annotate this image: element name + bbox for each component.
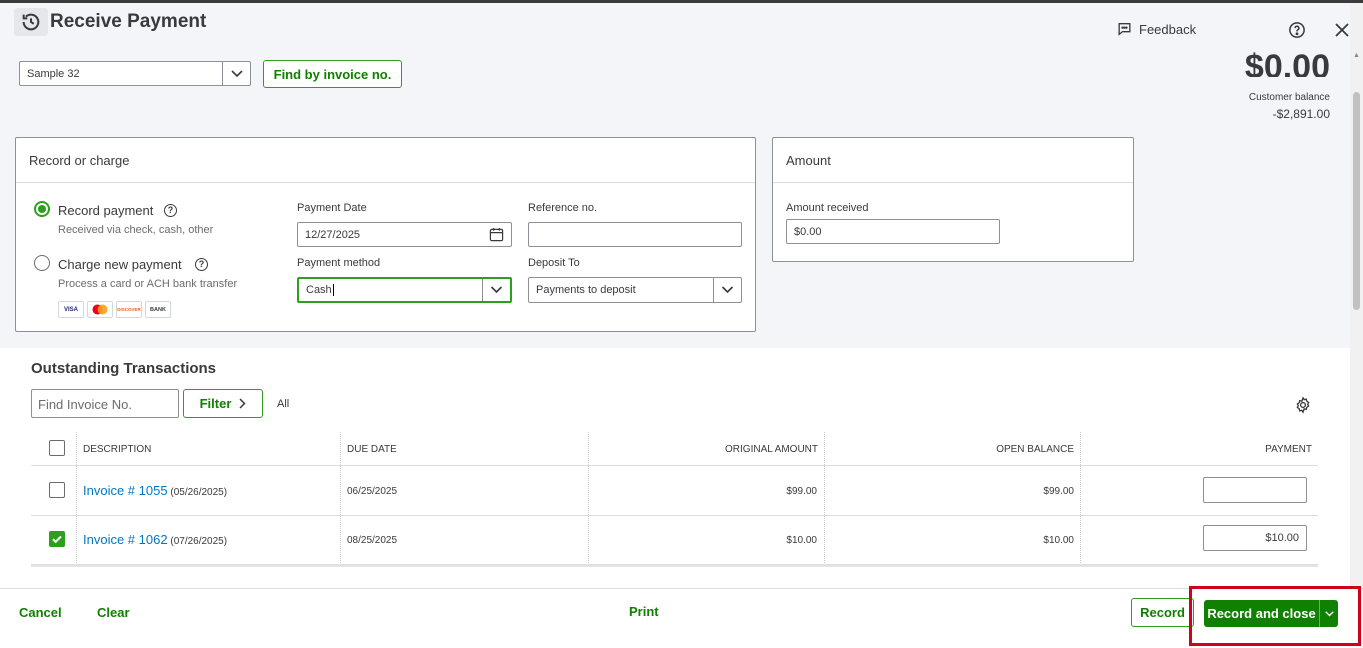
mastercard-icon [87, 301, 113, 318]
payment-method-label: Payment method [297, 257, 381, 269]
payment-input[interactable]: $10.00 [1203, 525, 1307, 551]
col-due-date: DUE DATE [347, 444, 397, 455]
chevron-right-icon [239, 398, 246, 409]
table-header: DESCRIPTION DUE DATE ORIGINAL AMOUNT OPE… [31, 432, 1318, 466]
invoice-date: (05/26/2025) [170, 487, 228, 498]
due-date: 08/25/2025 [347, 535, 398, 546]
chevron-down-icon[interactable] [1320, 600, 1338, 627]
deposit-to-label: Deposit To [528, 257, 580, 269]
cancel-button[interactable]: Cancel [19, 605, 62, 620]
col-original-amount: ORIGINAL AMOUNT [725, 444, 818, 455]
invoice-description: Invoice # 1062 (07/26/2025) [83, 532, 227, 547]
payment-date-field[interactable]: 12/27/2025 [297, 222, 512, 247]
filter-label: Filter [199, 396, 232, 411]
table-bottom-edge [31, 565, 1318, 567]
scroll-up-arrow-icon[interactable]: ▲ [1351, 52, 1362, 62]
charge-new-payment-label: Charge new payment [58, 257, 182, 272]
deposit-to-value: Payments to deposit [536, 284, 636, 296]
invoice-description: Invoice # 1055 (05/26/2025) [83, 483, 227, 498]
select-all-checkbox[interactable] [49, 440, 65, 456]
amount-panel-title: Amount [773, 138, 1133, 183]
invoice-date: (07/26/2025) [170, 536, 228, 547]
due-date: 06/25/2025 [347, 486, 398, 497]
record-button[interactable]: Record [1131, 598, 1194, 627]
scrollbar-thumb[interactable] [1353, 92, 1360, 310]
col-payment: PAYMENT [1265, 444, 1312, 455]
deposit-to-select[interactable]: Payments to deposit [528, 277, 742, 303]
clear-button[interactable]: Clear [97, 605, 130, 620]
feedback-label: Feedback [1139, 21, 1197, 37]
filter-all-label: All [277, 398, 290, 410]
invoice-link[interactable]: Invoice # 1062 [83, 532, 168, 547]
customer-balance-value: -$2,891.00 [1272, 107, 1330, 121]
payment-method-value: Cash [306, 284, 332, 296]
col-open-balance: OPEN BALANCE [996, 444, 1074, 455]
row-checkbox[interactable] [49, 531, 65, 547]
find-invoice-input[interactable]: Find Invoice No. [31, 389, 179, 418]
record-payment-label: Record payment [58, 203, 154, 218]
text-cursor [332, 284, 334, 296]
chevron-down-icon[interactable] [482, 279, 510, 301]
payment-date-label: Payment Date [297, 202, 367, 214]
record-payment-radio[interactable] [34, 201, 50, 217]
charge-new-payment-sub: Process a card or ACH bank transfer [58, 278, 238, 290]
print-button[interactable]: Print [629, 604, 659, 619]
amount-received-label: Amount received [786, 202, 869, 214]
chevron-down-icon[interactable] [713, 278, 741, 302]
check-icon [52, 535, 62, 544]
row-checkbox[interactable] [49, 482, 65, 498]
outstanding-transactions-title: Outstanding Transactions [31, 360, 217, 377]
filter-button[interactable]: Filter [183, 389, 263, 418]
col-description: DESCRIPTION [83, 444, 152, 455]
reference-label: Reference no. [528, 202, 598, 214]
table-row[interactable]: Invoice # 1062 (07/26/2025) 08/25/2025 $… [31, 516, 1318, 565]
customer-balance-label: Customer balance [1248, 92, 1330, 103]
page-title: Receive Payment [50, 11, 207, 32]
feedback-icon [1118, 23, 1131, 36]
feedback-button[interactable]: Feedback [1116, 21, 1196, 37]
record-and-close-button[interactable]: Record and close [1204, 600, 1320, 627]
discover-icon: DISCOVER [116, 301, 142, 318]
original-amount: $99.00 [786, 486, 817, 497]
table-row[interactable]: Invoice # 1055 (05/26/2025) 06/25/2025 $… [31, 467, 1318, 516]
bank-icon: BANK [145, 301, 171, 318]
record-payment-sub: Received via check, cash, other [58, 224, 214, 236]
record-payment-help-icon[interactable]: ? [164, 204, 177, 217]
customer-select[interactable]: Sample 32 [19, 61, 251, 86]
charge-new-payment-radio[interactable] [34, 255, 50, 271]
card-logos: VISA DISCOVER BANK [58, 301, 171, 318]
record-or-charge-title: Record or charge [16, 138, 755, 183]
chevron-down-icon[interactable] [222, 62, 250, 85]
gear-icon[interactable] [1294, 396, 1312, 419]
amount-received-input[interactable]: $0.00 [786, 219, 1000, 244]
close-icon[interactable] [1334, 22, 1350, 43]
reference-input[interactable] [528, 222, 742, 247]
payment-date-value: 12/27/2025 [305, 228, 361, 241]
charge-help-icon[interactable]: ? [195, 258, 208, 271]
amount-received-total: $0.00 [1244, 48, 1330, 77]
visa-icon: VISA [58, 301, 84, 318]
customer-select-value: Sample 32 [27, 68, 80, 80]
payment-method-select[interactable]: Cash [297, 277, 512, 303]
invoice-link[interactable]: Invoice # 1055 [83, 483, 168, 498]
record-and-close-split-button[interactable]: Record and close [1204, 600, 1338, 627]
history-icon[interactable] [14, 8, 48, 36]
original-amount: $10.00 [786, 535, 817, 546]
payment-input[interactable] [1203, 477, 1307, 503]
calendar-icon[interactable] [481, 223, 511, 246]
find-by-invoice-button[interactable]: Find by invoice no. [263, 60, 402, 88]
open-balance: $99.00 [1043, 486, 1074, 497]
open-balance: $10.00 [1043, 535, 1074, 546]
